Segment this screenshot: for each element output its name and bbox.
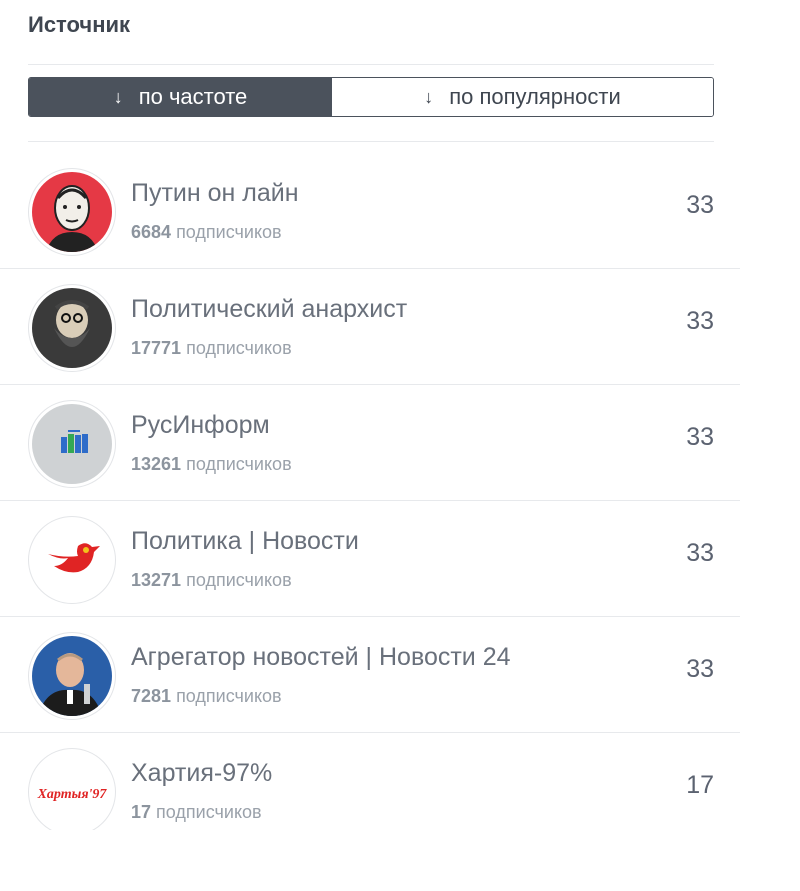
subscriber-count: 17771 подписчиков <box>131 338 292 358</box>
avatar <box>28 284 116 372</box>
source-row[interactable]: Хартыя'97 Хартия-97% 17 подписчиков 17 <box>0 733 740 830</box>
sort-by-popularity-label: по популярности <box>449 84 621 109</box>
subscriber-count: 6684 подписчиков <box>131 222 282 242</box>
divider <box>28 64 714 65</box>
subscriber-count: 13271 подписчиков <box>131 570 292 590</box>
arrow-down-icon: ↓ <box>113 86 123 107</box>
mention-count: 33 <box>686 191 714 219</box>
source-panel: Источник ↓ по частоте ↓ по популярности … <box>0 0 740 830</box>
avatar <box>28 400 116 488</box>
mention-count: 33 <box>686 539 714 567</box>
panel-title: Источник <box>28 12 131 37</box>
avatar <box>28 632 116 720</box>
svg-text:Хартыя'97: Хартыя'97 <box>37 787 108 802</box>
subscriber-count: 13261 подписчиков <box>131 454 292 474</box>
source-row[interactable]: Агрегатор новостей | Новости 24 7281 под… <box>0 617 740 733</box>
avatar <box>28 168 116 256</box>
mention-count: 33 <box>686 307 714 335</box>
sort-by-popularity-button[interactable]: ↓ по популярности <box>332 78 713 116</box>
source-row[interactable]: Политика | Новости 13271 подписчиков 33 <box>0 501 740 617</box>
source-name[interactable]: Путин он лайн <box>131 179 299 208</box>
avatar <box>28 516 116 604</box>
source-name[interactable]: Агрегатор новостей | Новости 24 <box>131 643 511 672</box>
arrow-down-icon: ↓ <box>424 86 434 107</box>
sort-toggle: ↓ по частоте ↓ по популярности <box>28 77 714 117</box>
source-row[interactable]: Политический анархист 17771 подписчиков … <box>0 269 740 385</box>
source-row[interactable]: Путин он лайн 6684 подписчиков 33 <box>0 153 740 269</box>
rusinform-logo-icon <box>32 404 112 484</box>
source-name[interactable]: РусИнформ <box>131 411 270 440</box>
mention-count: 17 <box>686 771 714 799</box>
sort-by-frequency-button[interactable]: ↓ по частоте <box>29 78 332 116</box>
subscriber-count: 7281 подписчиков <box>131 686 282 706</box>
source-name[interactable]: Политический анархист <box>131 295 407 324</box>
source-row[interactable]: РусИнформ 13261 подписчиков 33 <box>0 385 740 501</box>
subscriber-count: 17 подписчиков <box>131 802 262 822</box>
mention-count: 33 <box>686 655 714 683</box>
divider <box>28 141 714 142</box>
putin-portrait-icon <box>32 172 112 252</box>
charter97-logo-icon: Хартыя'97 <box>32 752 112 830</box>
mention-count: 33 <box>686 423 714 451</box>
red-bird-hammer-sickle-icon <box>32 520 112 600</box>
bearded-man-portrait-icon <box>32 288 112 368</box>
source-name[interactable]: Хартия-97% <box>131 759 272 788</box>
sort-by-frequency-label: по частоте <box>138 84 248 109</box>
source-name[interactable]: Политика | Новости <box>131 527 359 556</box>
avatar: Хартыя'97 <box>28 748 116 830</box>
putin-photo-icon <box>32 636 112 716</box>
